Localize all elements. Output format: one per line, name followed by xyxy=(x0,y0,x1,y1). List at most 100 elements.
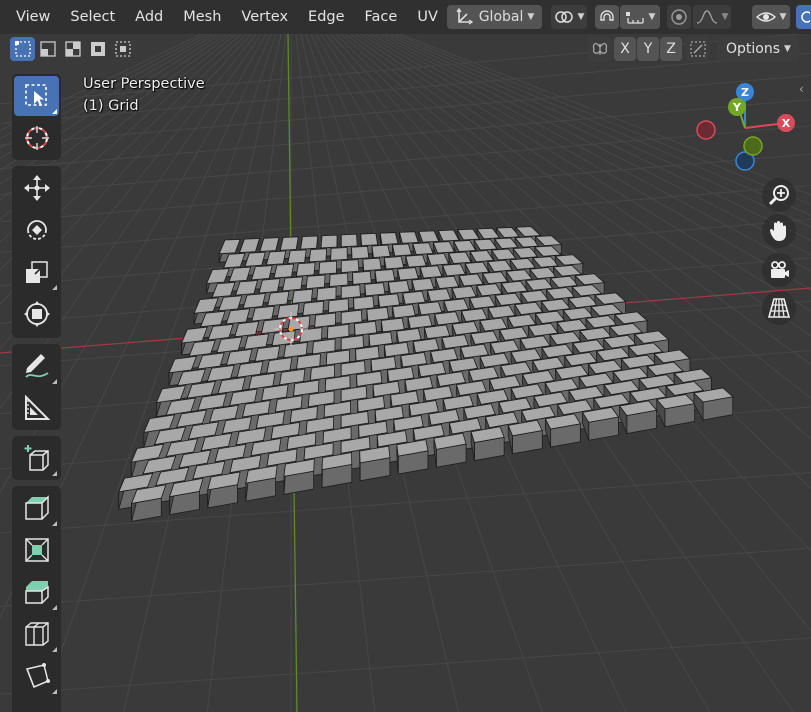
menu-add[interactable]: Add xyxy=(125,0,173,34)
cursor-tool[interactable] xyxy=(14,118,59,158)
mesh-tile-face xyxy=(318,260,338,275)
mesh-tile-face xyxy=(405,254,427,268)
loop-cut-tool[interactable] xyxy=(14,614,59,654)
snap-target-dropdown[interactable]: ▼ xyxy=(620,5,660,29)
camera-view-button[interactable] xyxy=(762,253,796,287)
toolbar-group-select xyxy=(12,74,61,160)
mesh-tile-face xyxy=(180,326,208,344)
mesh-tile-face xyxy=(402,290,426,305)
mesh-tile-face xyxy=(407,314,433,329)
mesh-tile-face xyxy=(377,293,401,308)
inset-faces-tool[interactable] xyxy=(14,530,59,570)
eye-icon xyxy=(755,12,776,22)
menu-view[interactable]: View xyxy=(6,0,60,34)
select-intersect-mode-button[interactable] xyxy=(110,37,135,61)
overlay-toggle[interactable] xyxy=(796,5,811,29)
mesh-tile-face xyxy=(383,256,405,270)
annotate-tool[interactable] xyxy=(14,346,59,386)
perspective-toggle-button[interactable] xyxy=(762,291,796,325)
mesh-tile-face xyxy=(314,312,337,328)
options-dropdown[interactable]: Options ▼ xyxy=(718,37,799,61)
edge-select-mode-button[interactable] xyxy=(35,37,60,61)
pencil-icon xyxy=(24,354,48,378)
move-tool[interactable] xyxy=(14,168,59,208)
mesh-tile-face xyxy=(434,311,461,326)
menu-vertex[interactable]: Vertex xyxy=(231,0,298,34)
menu-select[interactable]: Select xyxy=(60,0,125,34)
mesh-tile-face xyxy=(267,290,290,307)
mesh-tile-face xyxy=(218,238,241,255)
mesh-tile-face xyxy=(340,284,361,299)
falloff-curve-icon xyxy=(696,10,717,24)
mesh-tile-face xyxy=(418,230,440,243)
mesh-tile-face xyxy=(340,309,363,325)
bevel-icon xyxy=(24,581,49,604)
mirror-x-button[interactable]: X xyxy=(614,37,636,61)
auto-merge-button[interactable] xyxy=(686,37,710,61)
proportional-editing-toggle[interactable] xyxy=(667,5,691,29)
menu-face[interactable]: Face xyxy=(355,0,408,34)
mesh-tile-face xyxy=(242,293,266,309)
mesh-tile-face xyxy=(412,242,434,255)
hand-icon xyxy=(769,221,786,241)
view-name: User Perspective xyxy=(83,76,205,92)
mesh-tile-face xyxy=(352,270,372,285)
bevel-tool[interactable] xyxy=(14,572,59,612)
orientation-axes-icon xyxy=(456,8,473,25)
mesh-tile-face xyxy=(419,265,443,279)
loop-cut-icon xyxy=(24,622,49,646)
select-intersect-icon xyxy=(114,41,131,57)
mirror-y-button[interactable]: Y xyxy=(637,37,659,61)
pivot-icon xyxy=(554,11,573,23)
navigation-gizmo[interactable]: Z Y X xyxy=(690,80,800,175)
mesh-tile-face xyxy=(168,355,198,374)
mesh-tile-face xyxy=(193,297,219,314)
knife-tool[interactable] xyxy=(14,656,59,696)
scale-tool[interactable] xyxy=(14,252,59,292)
grid-mesh-object[interactable] xyxy=(118,226,734,522)
toolbar-group-annotate xyxy=(12,344,61,430)
zoom-button[interactable] xyxy=(762,178,796,212)
face-select-icon xyxy=(64,41,81,57)
select-extend-icon xyxy=(90,42,105,56)
chevron-down-icon: ▼ xyxy=(721,12,729,22)
visibility-dropdown[interactable]: ▼ xyxy=(752,5,790,29)
pan-button[interactable] xyxy=(762,214,796,248)
add-cube-tool[interactable] xyxy=(14,438,59,478)
mirror-z-button[interactable]: Z xyxy=(660,37,682,61)
falloff-dropdown[interactable]: ▼ xyxy=(693,5,731,29)
transform-tool[interactable] xyxy=(14,294,59,334)
pivot-point-dropdown[interactable]: ▼ xyxy=(551,5,587,29)
select-extend-mode-button[interactable] xyxy=(85,37,110,61)
mesh-tile-face xyxy=(397,267,419,281)
menu-edge[interactable]: Edge xyxy=(298,0,355,34)
rotate-tool[interactable] xyxy=(14,210,59,250)
mirror-x-label: X xyxy=(620,41,630,57)
mesh-tile-face xyxy=(353,295,375,311)
face-select-mode-button[interactable] xyxy=(60,37,85,61)
transform-orientation-dropdown[interactable]: Global ▼ xyxy=(447,5,542,29)
chevron-down-icon: ▼ xyxy=(779,12,787,22)
mesh-tile-face xyxy=(387,280,410,294)
mesh-tile-face xyxy=(399,231,419,244)
perspective-grid-icon xyxy=(767,298,791,318)
sidebar-expand-icon[interactable]: ‹ xyxy=(799,82,811,102)
gizmo-neg-x[interactable] xyxy=(696,120,716,140)
mesh-tile-face xyxy=(426,288,452,302)
mesh-tile-face xyxy=(251,305,275,322)
mirror-options-button[interactable] xyxy=(588,37,612,61)
menu-mesh[interactable]: Mesh xyxy=(173,0,231,34)
extrude-region-tool[interactable] xyxy=(14,488,59,528)
select-box-tool[interactable] xyxy=(14,76,59,116)
menu-uv[interactable]: UV xyxy=(407,0,448,34)
mesh-tile-face xyxy=(291,288,313,304)
vertex-select-mode-button[interactable] xyxy=(10,37,35,61)
mesh-tile-face xyxy=(362,257,382,272)
mesh-tile-face xyxy=(273,263,295,279)
measure-tool[interactable] xyxy=(14,388,59,428)
chevron-down-icon: ▼ xyxy=(784,44,791,54)
snap-toggle[interactable] xyxy=(595,5,619,29)
gizmo-neg-y[interactable] xyxy=(743,136,763,156)
mesh-tile-face xyxy=(374,269,396,283)
mesh-tile-face xyxy=(392,304,416,319)
